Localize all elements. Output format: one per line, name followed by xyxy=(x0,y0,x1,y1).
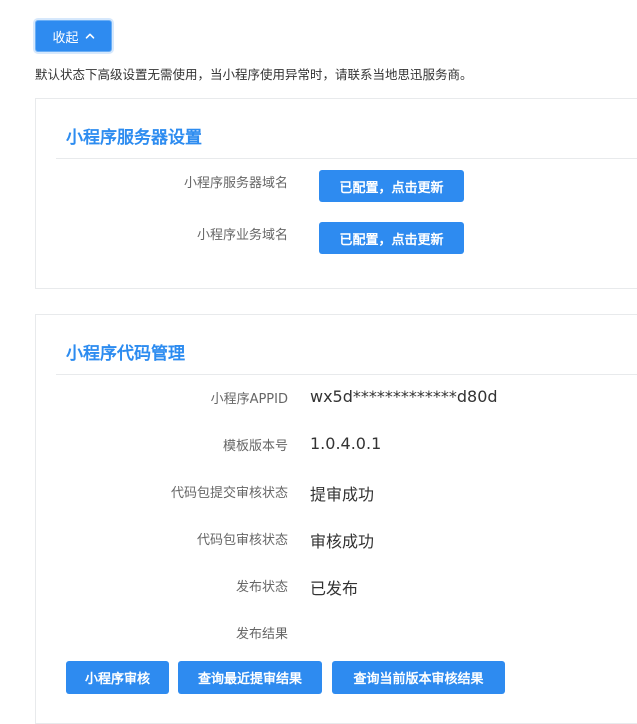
query-latest-audit-button[interactable]: 查询最近提审结果 xyxy=(178,661,322,694)
audit-status-value: 审核成功 xyxy=(310,532,375,551)
divider xyxy=(56,158,637,159)
collapse-button[interactable]: 收起 xyxy=(35,20,112,52)
server-domain-label: 小程序服务器域名 xyxy=(183,176,288,191)
appid-value: wx5d*************d80d xyxy=(310,387,498,406)
collapse-button-label: 收起 xyxy=(52,29,79,45)
template-version-value: 1.0.4.0.1 xyxy=(310,434,382,453)
template-version-label: 模板版本号 xyxy=(222,439,288,454)
appid-label: 小程序APPID xyxy=(210,392,288,407)
server-settings-panel: 小程序服务器设置 小程序服务器域名 已配置，点击更新 小程序业务域名 已配置，点… xyxy=(35,98,637,289)
audit-button[interactable]: 小程序审核 xyxy=(66,661,169,694)
submit-audit-status-value: 提审成功 xyxy=(310,485,375,504)
audit-status-label: 代码包审核状态 xyxy=(196,533,288,548)
code-management-panel: 小程序代码管理 小程序APPID wx5d*************d80d 模… xyxy=(35,314,637,724)
divider xyxy=(56,374,637,375)
submit-audit-status-label: 代码包提交审核状态 xyxy=(170,486,288,501)
server-settings-title: 小程序服务器设置 xyxy=(66,128,202,148)
server-domain-update-button[interactable]: 已配置，点击更新 xyxy=(319,170,464,202)
chevron-up-icon xyxy=(85,33,94,39)
publish-status-value: 已发布 xyxy=(310,579,359,598)
code-management-title: 小程序代码管理 xyxy=(66,344,185,364)
notice-text: 默认状态下高级设置无需使用，当小程序使用异常时，请联系当地思迅服务商。 xyxy=(35,67,473,82)
publish-result-label: 发布结果 xyxy=(235,627,288,642)
query-current-audit-button[interactable]: 查询当前版本审核结果 xyxy=(332,661,505,694)
publish-status-label: 发布状态 xyxy=(235,580,288,595)
business-domain-label: 小程序业务域名 xyxy=(196,228,288,243)
business-domain-update-button[interactable]: 已配置，点击更新 xyxy=(319,222,464,254)
